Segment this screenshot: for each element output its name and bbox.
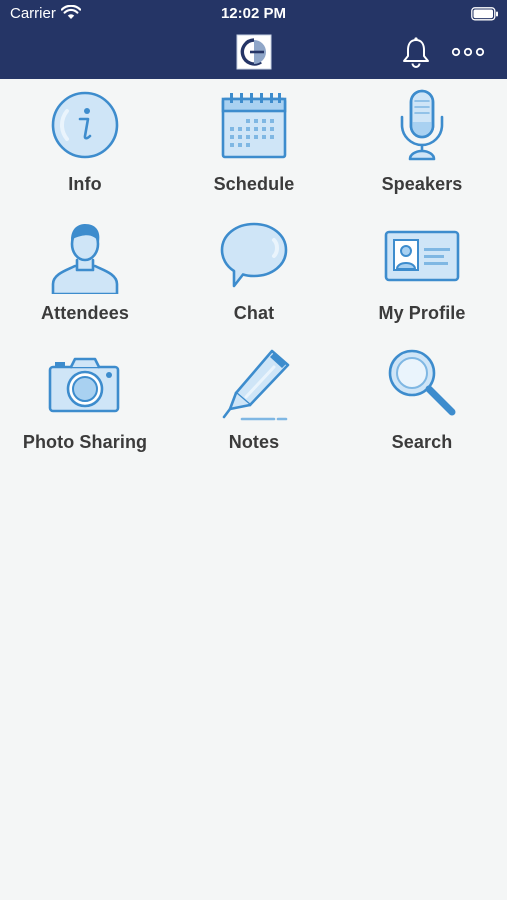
person-icon — [51, 224, 119, 294]
menu-label: Info — [68, 174, 102, 194]
bell-icon[interactable] — [401, 36, 431, 68]
info-icon — [51, 91, 119, 159]
menu-item-attendees[interactable]: Attendees — [1, 208, 169, 336]
menu-label: Notes — [228, 432, 280, 452]
pen-icon — [222, 349, 290, 421]
menu-label: Schedule — [213, 174, 295, 194]
menu-label: Search — [391, 432, 453, 452]
menu-item-my-profile[interactable]: My Profile — [338, 208, 506, 336]
calendar-icon — [221, 93, 287, 159]
menu-item-schedule[interactable]: Schedule — [170, 79, 338, 207]
menu-item-chat[interactable]: Chat — [170, 208, 338, 336]
camera-icon — [48, 357, 120, 413]
menu-label: Chat — [233, 303, 275, 323]
app-header: Carrier 12:02 PM — [0, 0, 507, 79]
menu-label: My Profile — [378, 303, 466, 323]
gd-logo-icon — [236, 34, 272, 70]
menu-label: Attendees — [41, 303, 129, 323]
status-time: 12:02 PM — [220, 5, 287, 22]
magnifier-icon — [388, 349, 456, 416]
menu-item-notes[interactable]: Notes — [170, 337, 338, 465]
menu-label: Photo Sharing — [22, 432, 148, 452]
chat-bubble-icon — [220, 222, 288, 288]
menu-item-speakers[interactable]: Speakers — [338, 79, 506, 207]
more-dots-icon[interactable] — [451, 46, 485, 58]
menu-item-info[interactable]: Info — [1, 79, 169, 207]
battery-icon — [471, 7, 498, 21]
menu-label: Speakers — [381, 174, 463, 194]
status-bar: Carrier 12:02 PM — [0, 0, 507, 28]
menu-item-photo-sharing[interactable]: Photo Sharing — [1, 337, 169, 465]
id-card-icon — [384, 230, 460, 282]
microphone-icon — [400, 89, 444, 161]
menu-item-search[interactable]: Search — [338, 337, 506, 465]
